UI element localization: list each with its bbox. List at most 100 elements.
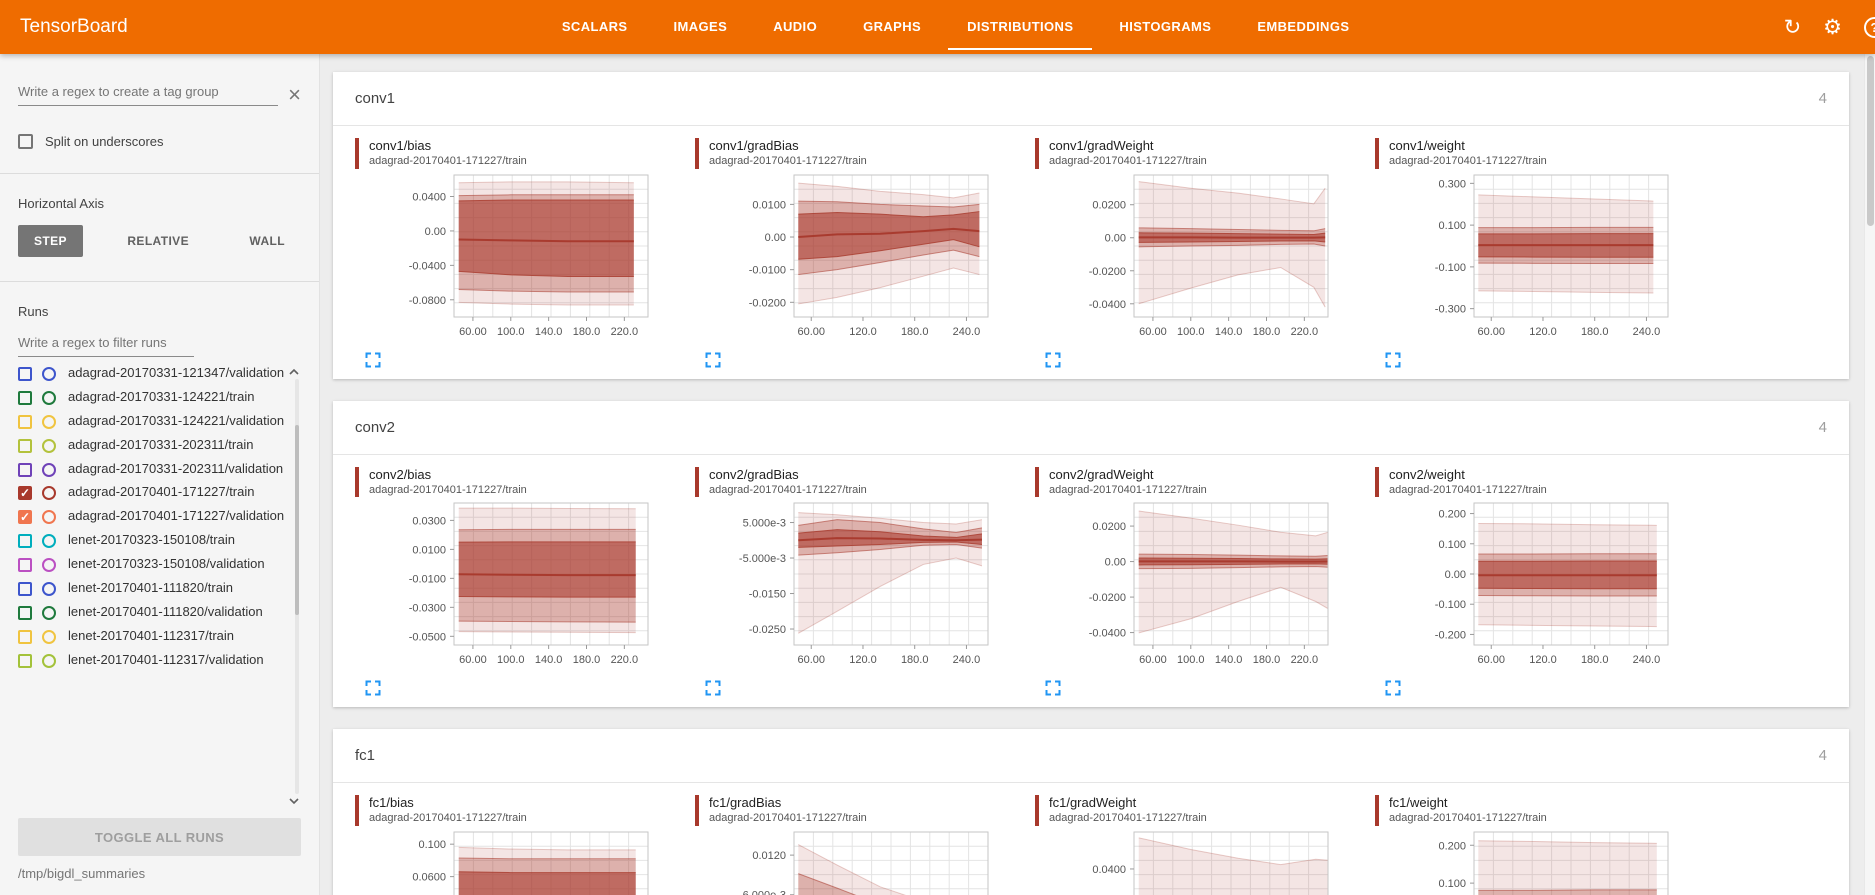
expand-chart-icon[interactable] [365, 680, 381, 696]
axis-mode-wall[interactable]: WALL [233, 225, 301, 257]
tab-distributions[interactable]: DISTRIBUTIONS [944, 0, 1096, 54]
run-color-radio[interactable] [42, 510, 56, 524]
chart-name: conv1/gradBias [709, 138, 995, 154]
header-icons: ↻ ⚙ ? [1784, 17, 1875, 38]
run-color-radio[interactable] [42, 486, 56, 500]
run-label: adagrad-20170331-202311/validation [68, 461, 283, 478]
run-checkbox[interactable] [18, 534, 32, 548]
run-checkbox[interactable] [18, 391, 32, 405]
main-scrollbar-thumb[interactable] [1867, 56, 1874, 226]
run-checkbox[interactable] [18, 463, 32, 477]
svg-text:60.00: 60.00 [1477, 326, 1505, 338]
run-label: adagrad-20170401-171227/validation [68, 508, 284, 525]
run-checkbox[interactable]: ✓ [18, 486, 32, 500]
tab-scalars[interactable]: SCALARS [539, 0, 651, 54]
refresh-icon[interactable]: ↻ [1784, 17, 1802, 38]
log-directory-path: /tmp/bigdl_summaries [18, 866, 301, 881]
run-item[interactable]: lenet-20170323-150108/validation [18, 556, 285, 573]
svg-text:-0.0100: -0.0100 [409, 573, 446, 585]
tab-graphs[interactable]: GRAPHS [840, 0, 944, 54]
run-item[interactable]: lenet-20170401-112317/validation [18, 652, 285, 669]
run-checkbox[interactable] [18, 654, 32, 668]
run-color-radio[interactable] [42, 606, 56, 620]
runs-filter-input[interactable] [18, 331, 194, 357]
svg-text:0.300: 0.300 [1438, 178, 1466, 190]
tab-embeddings[interactable]: EMBEDDINGS [1234, 0, 1372, 54]
run-color-radio[interactable] [42, 558, 56, 572]
run-item[interactable]: adagrad-20170331-202311/train [18, 437, 285, 454]
distribution-plot: 0.2000.1000.00-0.100-0.20060.00120.0180.… [1375, 499, 1675, 667]
chart-conv1-bias: conv1/biasadagrad-20170401-171227/train0… [355, 134, 655, 373]
svg-text:180.0: 180.0 [901, 326, 929, 338]
expand-chart-icon[interactable] [365, 352, 381, 368]
help-icon[interactable]: ? [1864, 17, 1875, 38]
run-item[interactable]: lenet-20170401-111820/validation [18, 604, 285, 621]
run-item[interactable]: ✓adagrad-20170401-171227/train [18, 484, 285, 501]
run-checkbox[interactable] [18, 582, 32, 596]
tag-group-regex-input[interactable] [18, 80, 278, 106]
scroll-down-icon[interactable] [287, 796, 301, 806]
run-checkbox[interactable] [18, 558, 32, 572]
card-header[interactable]: conv24 [333, 401, 1849, 455]
expand-chart-icon[interactable] [705, 352, 721, 368]
card-conv1: conv14 conv1/biasadagrad-20170401-171227/… [333, 72, 1849, 379]
expand-chart-icon[interactable] [705, 680, 721, 696]
run-item[interactable]: adagrad-20170331-124221/validation [18, 413, 285, 430]
run-color-radio[interactable] [42, 582, 56, 596]
axis-mode-relative[interactable]: RELATIVE [111, 225, 205, 257]
run-checkbox[interactable] [18, 367, 32, 381]
run-checkbox[interactable] [18, 415, 32, 429]
toggle-all-runs-button[interactable]: TOGGLE ALL RUNS [18, 818, 301, 856]
run-color-radio[interactable] [42, 415, 56, 429]
distribution-plot: 0.02000.00-0.0200-0.040060.00100.0140.01… [1035, 499, 1335, 667]
run-checkbox[interactable] [18, 439, 32, 453]
run-color-radio[interactable] [42, 391, 56, 405]
split-underscores-row[interactable]: Split on underscores [18, 134, 301, 149]
run-item[interactable]: lenet-20170401-112317/train [18, 628, 285, 645]
chart-conv2-gradBias: conv2/gradBiasadagrad-20170401-171227/tr… [695, 463, 995, 702]
svg-text:100.0: 100.0 [497, 326, 525, 338]
run-item[interactable]: adagrad-20170331-121347/validation [18, 365, 285, 382]
main-scrollbar[interactable] [1864, 54, 1875, 895]
distribution-plot: 0.04000.00-0.040060.00100.0140.0180.0220… [1035, 828, 1335, 895]
close-icon[interactable]: × [288, 84, 301, 106]
axis-mode-step[interactable]: STEP [18, 225, 83, 257]
run-color-radio[interactable] [42, 439, 56, 453]
card-header[interactable]: conv14 [333, 72, 1849, 126]
run-label: lenet-20170401-111820/validation [68, 604, 263, 621]
expand-chart-icon[interactable] [1045, 352, 1061, 368]
svg-text:60.00: 60.00 [1139, 654, 1167, 666]
run-color-radio[interactable] [42, 654, 56, 668]
svg-text:0.0200: 0.0200 [1092, 199, 1126, 211]
chart-run-name: adagrad-20170401-171227/train [709, 811, 995, 825]
run-color-radio[interactable] [42, 463, 56, 477]
run-checkbox[interactable] [18, 606, 32, 620]
run-item[interactable]: lenet-20170323-150108/train [18, 532, 285, 549]
run-item[interactable]: adagrad-20170331-124221/train [18, 389, 285, 406]
card-header[interactable]: fc14 [333, 729, 1849, 783]
split-underscores-checkbox[interactable] [18, 134, 33, 149]
tab-images[interactable]: IMAGES [651, 0, 751, 54]
expand-chart-icon[interactable] [1385, 680, 1401, 696]
run-color-radio[interactable] [42, 630, 56, 644]
run-checkbox[interactable] [18, 630, 32, 644]
scroll-up-icon[interactable] [287, 367, 301, 377]
expand-chart-icon[interactable] [1385, 352, 1401, 368]
svg-text:0.100: 0.100 [418, 839, 446, 851]
run-color-radio[interactable] [42, 367, 56, 381]
tab-audio[interactable]: AUDIO [750, 0, 840, 54]
run-label: adagrad-20170331-124221/validation [68, 413, 284, 430]
chart-run-name: adagrad-20170401-171227/train [1389, 811, 1675, 825]
expand-chart-icon[interactable] [1045, 680, 1061, 696]
run-item[interactable]: ✓ adagrad-20170401-171227/validation [18, 508, 285, 525]
run-list-scrollbar-thumb[interactable] [295, 425, 299, 615]
run-checkbox[interactable]: ✓ [18, 510, 32, 524]
chart-run-name: adagrad-20170401-171227/train [1049, 483, 1335, 497]
run-color-radio[interactable] [42, 534, 56, 548]
run-item[interactable]: lenet-20170401-111820/train [18, 580, 285, 597]
run-item[interactable]: adagrad-20170331-202311/validation [18, 461, 285, 478]
chart-conv1-gradBias: conv1/gradBiasadagrad-20170401-171227/tr… [695, 134, 995, 373]
tab-histograms[interactable]: HISTOGRAMS [1096, 0, 1234, 54]
settings-icon[interactable]: ⚙ [1823, 17, 1842, 38]
chart-title-block: conv1/gradWeightadagrad-20170401-171227/… [1035, 138, 1335, 169]
